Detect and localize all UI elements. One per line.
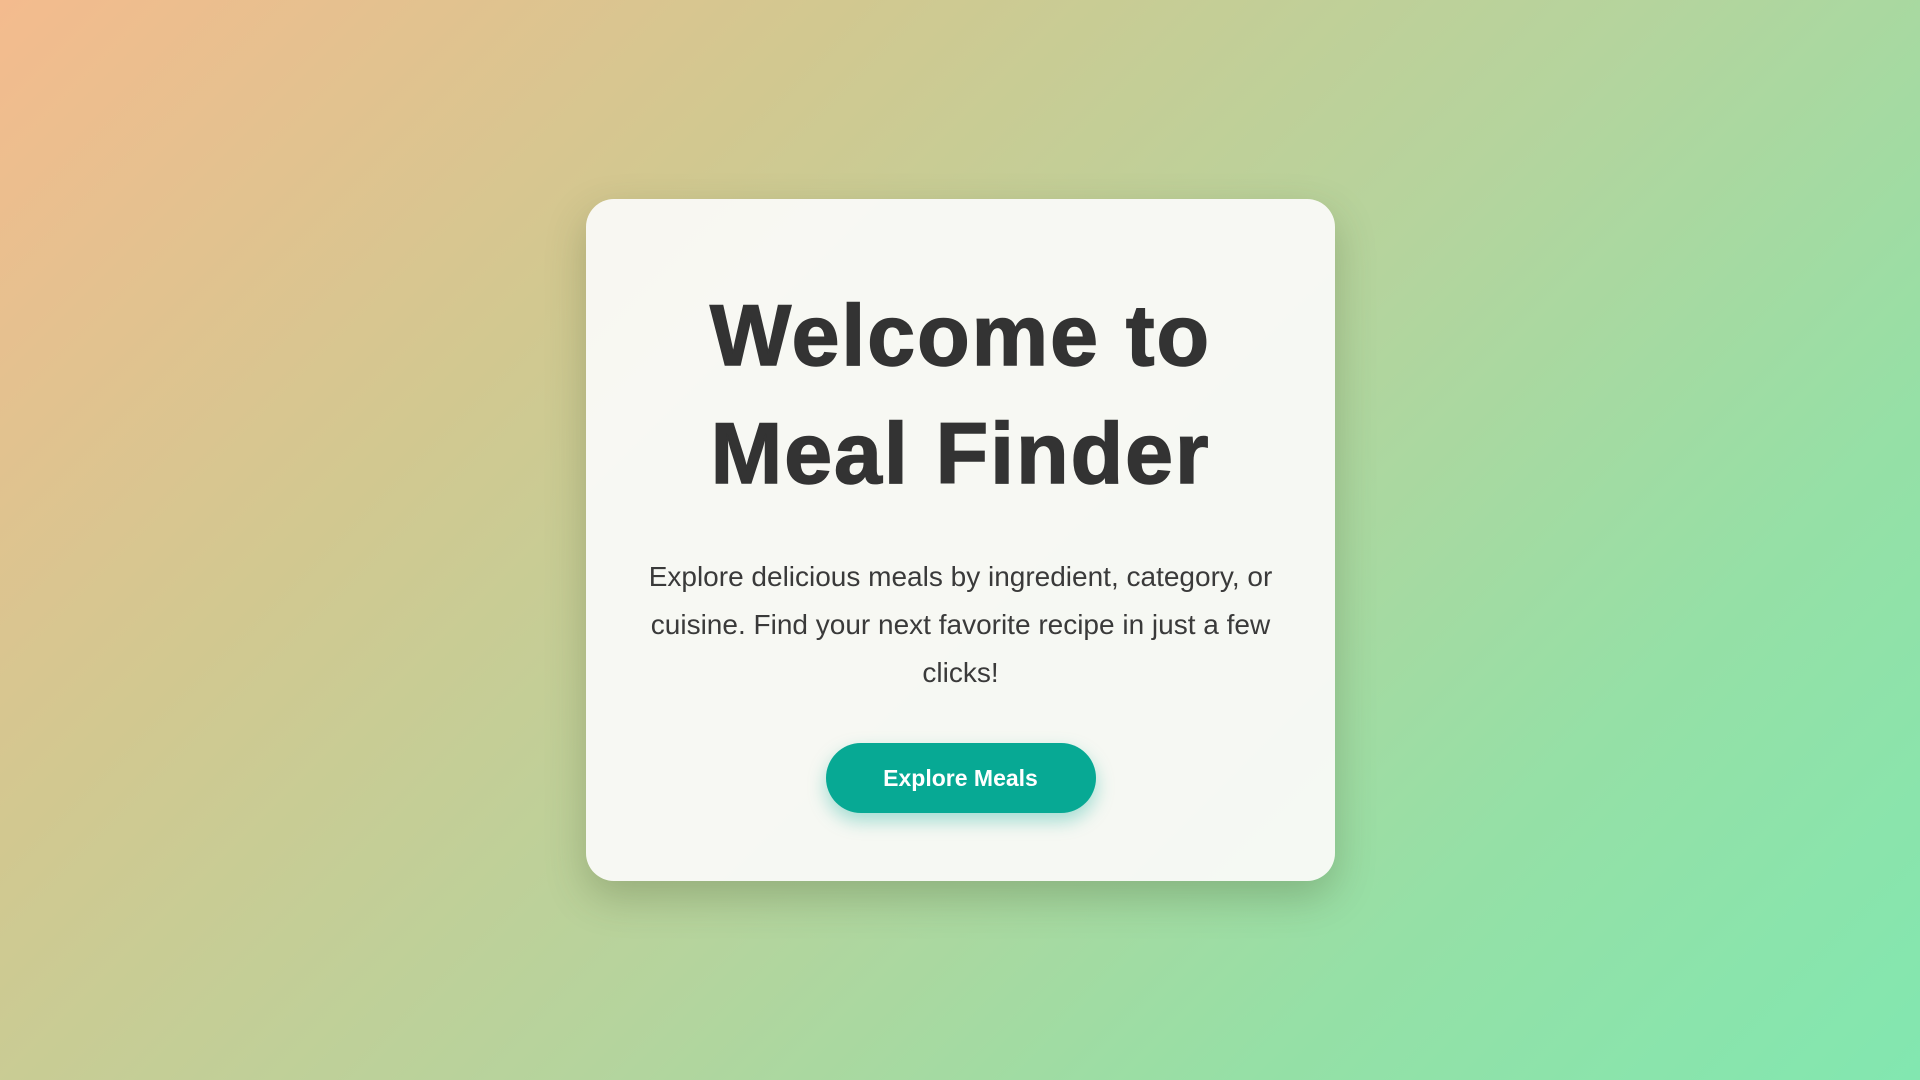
page-title-line-2: Meal Finder: [710, 405, 1211, 503]
page-title-line-1: Welcome to: [709, 287, 1212, 385]
explore-meals-button[interactable]: Explore Meals: [825, 743, 1096, 813]
welcome-description: Explore delicious meals by ingredient, c…: [648, 561, 1273, 688]
welcome-card: Welcome to Meal Finder Explore delicious…: [586, 199, 1335, 881]
page-title: Welcome to Meal Finder: [626, 277, 1295, 513]
